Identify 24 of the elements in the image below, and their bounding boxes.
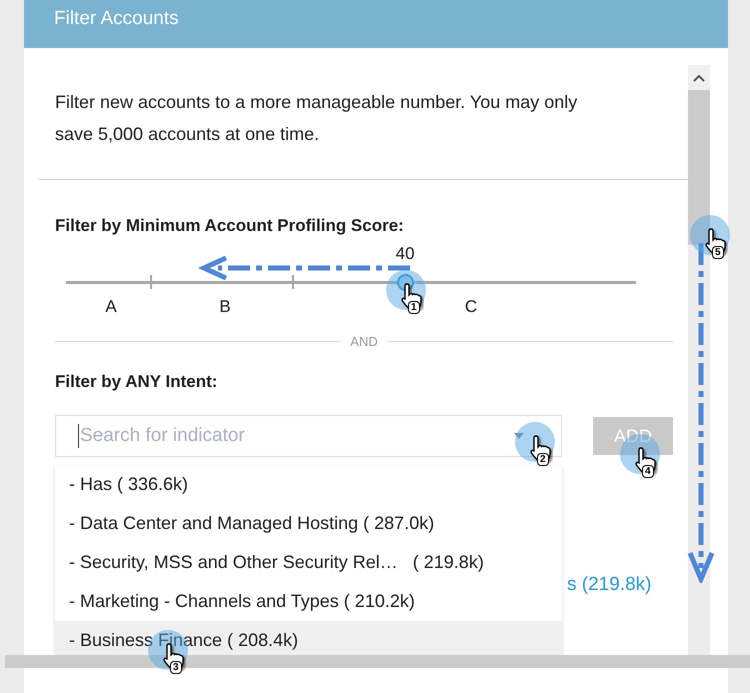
dropdown-caret-icon[interactable] <box>514 433 524 439</box>
band-label: B <box>218 297 232 317</box>
intro-text: Filter new accounts to a more manageable number. You may only save 5,000 accounts at one time. <box>54 91 578 146</box>
dropdown-option[interactable]: - Marketing - Channels and Types ( 210.2k) <box>55 582 562 621</box>
scroll-up-button[interactable] <box>688 65 710 90</box>
dialog-title: Filter Accounts <box>54 7 179 31</box>
slider-value: 40 <box>394 244 416 264</box>
step-number: 1 <box>409 302 419 313</box>
step-number: 4 <box>643 466 653 477</box>
step-number: 2 <box>538 454 548 465</box>
band-label: C <box>464 297 478 317</box>
separator-label: AND <box>350 334 378 349</box>
section-heading: Filter by Minimum Account Profiling Score: <box>54 215 405 237</box>
dropdown-option[interactable]: - Security, MSS and Other Security Rel… ( 219.8k) <box>55 543 562 582</box>
scroll-thumb[interactable] <box>688 90 710 245</box>
step-number: 5 <box>713 247 723 258</box>
dropdown-option[interactable]: - Data Center and Managed Hosting ( 287.0k) <box>55 504 562 543</box>
slider-track[interactable] <box>66 274 636 291</box>
band-label: A <box>104 297 118 317</box>
dropdown-option[interactable]: - Has ( 336.6k) <box>55 465 562 504</box>
text-cursor <box>78 424 79 448</box>
section-heading: Filter by ANY Intent: <box>54 371 218 393</box>
step-number: 3 <box>171 662 181 673</box>
chevron-up-icon <box>693 74 705 82</box>
